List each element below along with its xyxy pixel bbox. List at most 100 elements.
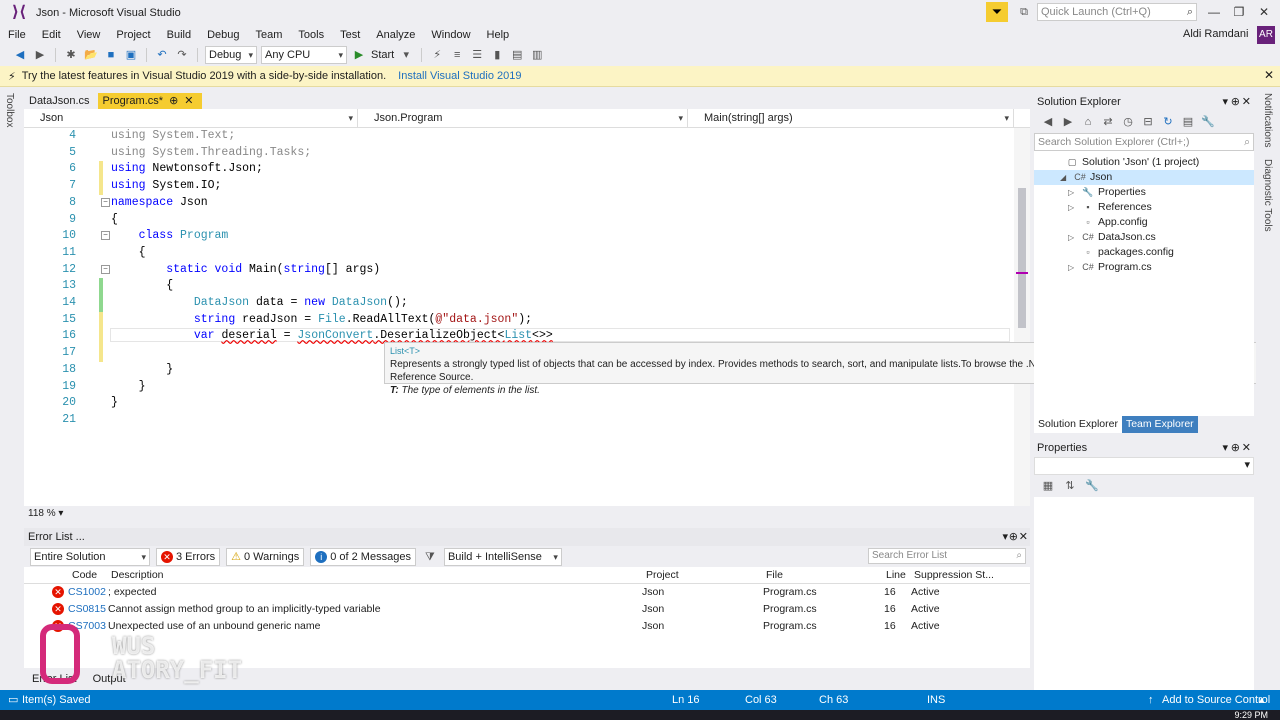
tree-item[interactable]: ▷ C# Program.cs <box>1034 260 1254 275</box>
expand-arrow-icon[interactable]: ▷ <box>1068 260 1074 275</box>
table-row[interactable]: ✕ CS1002; expected Json Program.cs 16 Active <box>24 584 1030 601</box>
uncomment-icon[interactable]: ▥ <box>529 47 545 63</box>
diagnostic-tools-tab[interactable]: Diagnostic Tools <box>1262 159 1273 232</box>
back-icon[interactable]: ◀ <box>12 47 28 63</box>
show-all-icon[interactable]: ▤ <box>1180 114 1196 130</box>
code-line[interactable]: 10 − class Program <box>24 228 1014 245</box>
start-icon[interactable]: ▶ <box>351 47 367 63</box>
warnings-filter-button[interactable]: ⚠ 0 Warnings <box>226 547 305 566</box>
maximize-button[interactable]: ❐ <box>1227 2 1251 22</box>
collapse-icon[interactable]: − <box>101 231 110 241</box>
code-line[interactable]: 13 { <box>24 278 1014 295</box>
add-to-source-control-button[interactable]: Add to Source Control <box>1162 690 1270 710</box>
dropdown-icon[interactable]: ▾ <box>1222 93 1228 111</box>
new-project-icon[interactable]: ✱ <box>63 47 79 63</box>
expand-arrow-icon[interactable]: ▷ <box>1068 185 1074 200</box>
expand-arrow-icon[interactable]: ▷ <box>1068 200 1074 215</box>
column-suppression[interactable]: Suppression St... <box>914 567 994 584</box>
close-tab-icon[interactable]: ✕ <box>184 93 193 109</box>
code-line[interactable]: 11 { <box>24 245 1014 262</box>
tab-datajson[interactable]: DataJson.cs <box>24 93 98 109</box>
start-dropdown-icon[interactable]: ▾ <box>398 47 414 63</box>
column-code[interactable]: Code <box>72 567 97 584</box>
pin-icon[interactable]: ⊕ <box>1009 528 1018 546</box>
refresh-icon[interactable]: ↻ <box>1160 114 1176 130</box>
properties-icon[interactable]: 🔧 <box>1200 114 1216 130</box>
tab-solution-explorer[interactable]: Solution Explorer <box>1034 416 1122 433</box>
table-row[interactable]: ✕ CS0815 Cannot assign method group to an … <box>24 601 1030 618</box>
pin-icon[interactable]: ⊕ <box>1231 439 1240 457</box>
menu-build[interactable]: Build <box>159 26 199 44</box>
column-file[interactable]: File <box>766 567 783 584</box>
table-row[interactable]: ✕ CS7003 Unexpected use of an unbound gene… <box>24 618 1030 635</box>
menu-edit[interactable]: Edit <box>34 26 69 44</box>
code-line[interactable]: 5 using System.Threading.Tasks; <box>24 145 1014 162</box>
pin-icon[interactable]: ⊕ <box>169 93 178 109</box>
scope-select[interactable]: Entire Solution <box>30 547 150 566</box>
column-line[interactable]: Line <box>886 567 906 584</box>
collapse-icon[interactable]: − <box>101 264 110 274</box>
categorized-icon[interactable]: ▦ <box>1040 478 1056 494</box>
class-dropdown[interactable]: Json.Program <box>358 109 688 128</box>
chevron-up-icon[interactable]: ▴ <box>1259 690 1265 710</box>
tree-item[interactable]: ▫ packages.config <box>1034 245 1254 260</box>
dropdown-icon[interactable]: ▾ <box>1222 439 1228 457</box>
filter-icon[interactable]: ⧩ <box>422 549 438 565</box>
toolbox-tab[interactable]: Toolbox <box>4 93 15 127</box>
menu-team[interactable]: Team <box>248 26 291 44</box>
minimize-button[interactable]: — <box>1202 2 1226 22</box>
cell-code[interactable]: CS1002 <box>68 584 106 601</box>
expand-arrow-icon[interactable]: ◢ <box>1060 170 1066 185</box>
undo-icon[interactable]: ↶ <box>154 47 170 63</box>
code-line[interactable]: 8 − namespace Json <box>24 195 1014 212</box>
feedback-icon[interactable]: ⧉ <box>1014 2 1034 22</box>
solution-search-input[interactable]: Search Solution Explorer (Ctrl+;) ⌕ <box>1034 133 1254 151</box>
bookmark-icon[interactable]: ▮ <box>489 47 505 63</box>
dropdown-icon[interactable]: ▾ <box>1002 528 1008 546</box>
notifications-tab[interactable]: Notifications <box>1262 93 1273 147</box>
code-editor[interactable]: 4 using System.Text; 5 using System.Threadi… <box>24 128 1014 506</box>
tree-item[interactable]: ◢ C# Json <box>1034 170 1254 185</box>
errors-filter-button[interactable]: ✕ 3 Errors <box>156 547 221 566</box>
menu-debug[interactable]: Debug <box>199 26 247 44</box>
collapse-icon[interactable]: ⊟ <box>1140 114 1156 130</box>
alphabetical-icon[interactable]: ⇅ <box>1062 478 1078 494</box>
pin-icon[interactable]: ⊕ <box>1231 93 1240 111</box>
properties-object-select[interactable]: ▾ <box>1034 457 1254 475</box>
user-name[interactable]: Aldi Ramdani <box>1183 28 1248 40</box>
menu-tools[interactable]: Tools <box>290 26 332 44</box>
avatar[interactable]: AR <box>1257 26 1275 44</box>
close-icon[interactable]: ✕ <box>1264 68 1274 82</box>
menu-view[interactable]: View <box>69 26 109 44</box>
menu-help[interactable]: Help <box>479 26 518 44</box>
back-icon[interactable]: ◀ <box>1040 114 1056 130</box>
code-line[interactable]: 6 using Newtonsoft.Json; <box>24 161 1014 179</box>
scrollbar-thumb[interactable] <box>1018 188 1026 328</box>
tree-item[interactable]: ▷ 🔧 Properties <box>1034 185 1254 200</box>
code-line[interactable]: 7 using System.IO; <box>24 178 1014 195</box>
install-link[interactable]: Install Visual Studio 2019 <box>398 70 521 82</box>
start-button[interactable]: Start <box>371 49 394 61</box>
cell-code[interactable]: CS0815 <box>68 601 106 618</box>
open-file-icon[interactable]: 📂 <box>83 47 99 63</box>
browser-link-icon[interactable]: ⚡ <box>429 47 445 63</box>
solution-platform-select[interactable]: Any CPU <box>261 46 347 64</box>
code-line[interactable]: 14 DataJson data = new DataJson(); <box>24 295 1014 312</box>
collapse-icon[interactable]: − <box>101 197 110 207</box>
menu-project[interactable]: Project <box>108 26 158 44</box>
code-line[interactable]: 12 − static void Main(string[] args) <box>24 262 1014 279</box>
solution-configuration-select[interactable]: Debug <box>205 46 257 64</box>
save-all-icon[interactable]: ▣ <box>123 47 139 63</box>
zoom-level[interactable]: 118 % ▾ <box>24 506 1030 522</box>
messages-filter-button[interactable]: i0 of 2 Messages <box>310 547 416 566</box>
tree-item[interactable]: ▢ Solution 'Json' (1 project) <box>1034 155 1254 170</box>
indent-icon[interactable]: ≡ <box>449 47 465 63</box>
expand-arrow-icon[interactable]: ▷ <box>1068 230 1074 245</box>
build-filter-select[interactable]: Build + IntelliSense <box>443 547 562 566</box>
column-description[interactable]: Description <box>111 567 164 584</box>
error-search-input[interactable]: Search Error List ⌕ <box>868 548 1026 564</box>
tab-program[interactable]: Program.cs* ⊕ ✕ <box>97 93 202 109</box>
menu-test[interactable]: Test <box>332 26 368 44</box>
comment-icon[interactable]: ▤ <box>509 47 525 63</box>
tree-item[interactable]: ▷ C# DataJson.cs <box>1034 230 1254 245</box>
